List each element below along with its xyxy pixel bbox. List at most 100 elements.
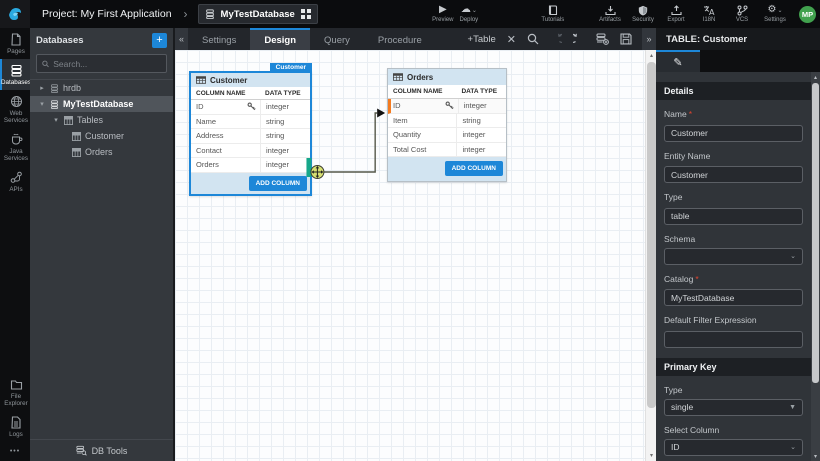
branch-icon [737, 5, 748, 16]
save-icon[interactable] [620, 33, 632, 45]
catalog-field[interactable] [664, 289, 803, 306]
search-input[interactable] [53, 59, 161, 69]
preview-button[interactable]: ▶ Preview [430, 5, 456, 23]
scroll-down-arrow[interactable]: ▾ [811, 451, 820, 461]
rail-item-databases[interactable]: Databases [0, 59, 30, 90]
update-database-icon[interactable] [596, 33, 609, 45]
table-icon [64, 116, 73, 125]
coffee-cup-icon [10, 133, 23, 146]
entity-table-orders[interactable]: Orders COLUMN NAME DATA TYPE ID integer … [387, 68, 507, 182]
pk-type-label: Type [664, 385, 803, 395]
entity-name-field[interactable] [664, 166, 803, 183]
tree-item-mytestdatabase[interactable]: ▾ MyTestDatabase [30, 96, 173, 112]
grid-switcher-icon[interactable] [301, 9, 311, 19]
column-row-id[interactable]: ID integer [388, 99, 506, 114]
tree-item-orders[interactable]: Orders [30, 144, 173, 160]
rail-item-logs[interactable]: Logs [0, 411, 30, 442]
rail-item-pages[interactable]: Pages [0, 28, 30, 59]
tree-item-hrdb[interactable]: ▸ hrdb [30, 80, 173, 96]
undo-icon[interactable] [550, 33, 562, 45]
scroll-down-arrow[interactable]: ▾ [646, 450, 656, 461]
user-avatar[interactable]: MP [799, 6, 816, 23]
add-column-button[interactable]: ADD COLUMN [445, 161, 503, 176]
sidebar-collapse-button[interactable]: « [175, 28, 188, 50]
deploy-button[interactable]: ☁⌄ Deploy [456, 5, 482, 23]
scrollbar-thumb[interactable] [812, 83, 819, 383]
export-button[interactable]: Export [663, 5, 689, 23]
column-headers: COLUMN NAME DATA TYPE [388, 85, 506, 99]
tab-procedure[interactable]: Procedure [364, 28, 436, 50]
zoom-search-icon[interactable] [527, 33, 539, 45]
rail-overflow-button[interactable]: ••• [0, 442, 30, 461]
app-logo[interactable] [0, 0, 30, 28]
add-column-button[interactable]: ADD COLUMN [249, 176, 307, 191]
inspector-scrollbar[interactable]: ▴ ▾ [811, 72, 820, 461]
canvas-scrollbar[interactable]: ▴ ▾ [645, 50, 656, 461]
column-row-quantity[interactable]: Quantity integer [388, 128, 506, 143]
tree-item-tables[interactable]: ▾ Tables [30, 112, 173, 128]
tree-item-customer[interactable]: Customer [30, 128, 173, 144]
play-icon: ▶ [439, 5, 447, 16]
settings-button[interactable]: ⚙⌄ Settings [762, 5, 788, 23]
security-button[interactable]: Security [630, 5, 656, 23]
schema-select[interactable]: ⌄ [664, 248, 803, 265]
inspector-expand-button[interactable]: » [642, 28, 656, 50]
column-row-name[interactable]: Name string [191, 115, 310, 130]
column-row-address[interactable]: Address string [191, 129, 310, 144]
rail-item-web-services[interactable]: Web Services [0, 90, 30, 128]
er-diagram-canvas[interactable]: Customer Customer COLUMN NAME DATA TYPE … [175, 50, 656, 461]
table-footer: ADD COLUMN [388, 157, 506, 181]
add-database-button[interactable]: + [152, 33, 167, 48]
scrollbar-thumb[interactable] [647, 62, 656, 408]
canvas-toolbar: +Table ✕ [468, 28, 640, 50]
edit-tab[interactable]: ✎ [656, 50, 700, 72]
sidebar-search[interactable] [36, 54, 167, 73]
caret-right-icon[interactable]: ▸ [38, 84, 46, 92]
add-table-button[interactable]: +Table [468, 34, 496, 45]
column-row-orders[interactable]: Orders integer [191, 158, 310, 173]
db-tools-button[interactable]: DB Tools [30, 439, 173, 461]
scroll-up-arrow[interactable]: ▴ [811, 72, 820, 82]
page-icon [10, 33, 22, 46]
default-filter-label: Default Filter Expression [664, 315, 803, 325]
entity-table-customer[interactable]: Customer Customer COLUMN NAME DATA TYPE … [189, 71, 312, 196]
table-icon [393, 73, 403, 81]
column-row-total-cost[interactable]: Total Cost integer [388, 143, 506, 158]
column-row-contact[interactable]: Contact integer [191, 144, 310, 159]
sidebar-title: Databases [36, 35, 84, 46]
rail-item-apis[interactable]: APIs [0, 166, 30, 197]
pk-type-select[interactable]: single ▼ [664, 399, 803, 416]
vcs-button[interactable]: VCS [729, 5, 755, 23]
select-column-label: Select Column [664, 425, 803, 435]
redo-icon[interactable] [573, 33, 585, 45]
tab-query[interactable]: Query [310, 28, 364, 50]
tutorials-button[interactable]: Tutorials [540, 5, 566, 23]
select-column-select[interactable]: ID ⌄ [664, 439, 803, 456]
left-icon-rail: Pages Databases Web Services Java Servic… [0, 28, 30, 461]
caret-down-icon[interactable]: ▾ [52, 116, 60, 124]
caret-down-icon[interactable]: ▾ [38, 100, 46, 108]
open-database-tab[interactable]: MyTestDatabase [198, 4, 318, 24]
search-icon [42, 60, 49, 68]
delete-icon[interactable]: ✕ [507, 33, 516, 46]
scroll-up-arrow[interactable]: ▴ [646, 50, 656, 61]
pencil-icon: ✎ [673, 56, 682, 69]
table-title-orders[interactable]: Orders [388, 69, 506, 85]
db-tab-label: MyTestDatabase [221, 9, 295, 20]
column-row-item[interactable]: Item string [388, 114, 506, 129]
tab-design[interactable]: Design [250, 28, 310, 50]
column-row-id[interactable]: ID integer [191, 100, 310, 115]
primary-key-icon [247, 102, 256, 111]
rail-item-file-explorer[interactable]: File Explorer [0, 374, 30, 411]
tab-settings[interactable]: Settings [188, 28, 250, 50]
table-title-customer[interactable]: Customer [191, 73, 310, 87]
name-field[interactable] [664, 125, 803, 142]
i18n-button[interactable]: A I18N [696, 5, 722, 23]
catalog-label: Catalog* [664, 274, 803, 284]
rail-item-java-services[interactable]: Java Services [0, 128, 30, 166]
database-icon [10, 64, 23, 77]
default-filter-field[interactable] [664, 331, 803, 348]
type-field[interactable] [664, 208, 803, 225]
topbar: Project: My First Application › MyTestDa… [0, 0, 820, 28]
artifacts-button[interactable]: Artifacts [597, 5, 623, 23]
